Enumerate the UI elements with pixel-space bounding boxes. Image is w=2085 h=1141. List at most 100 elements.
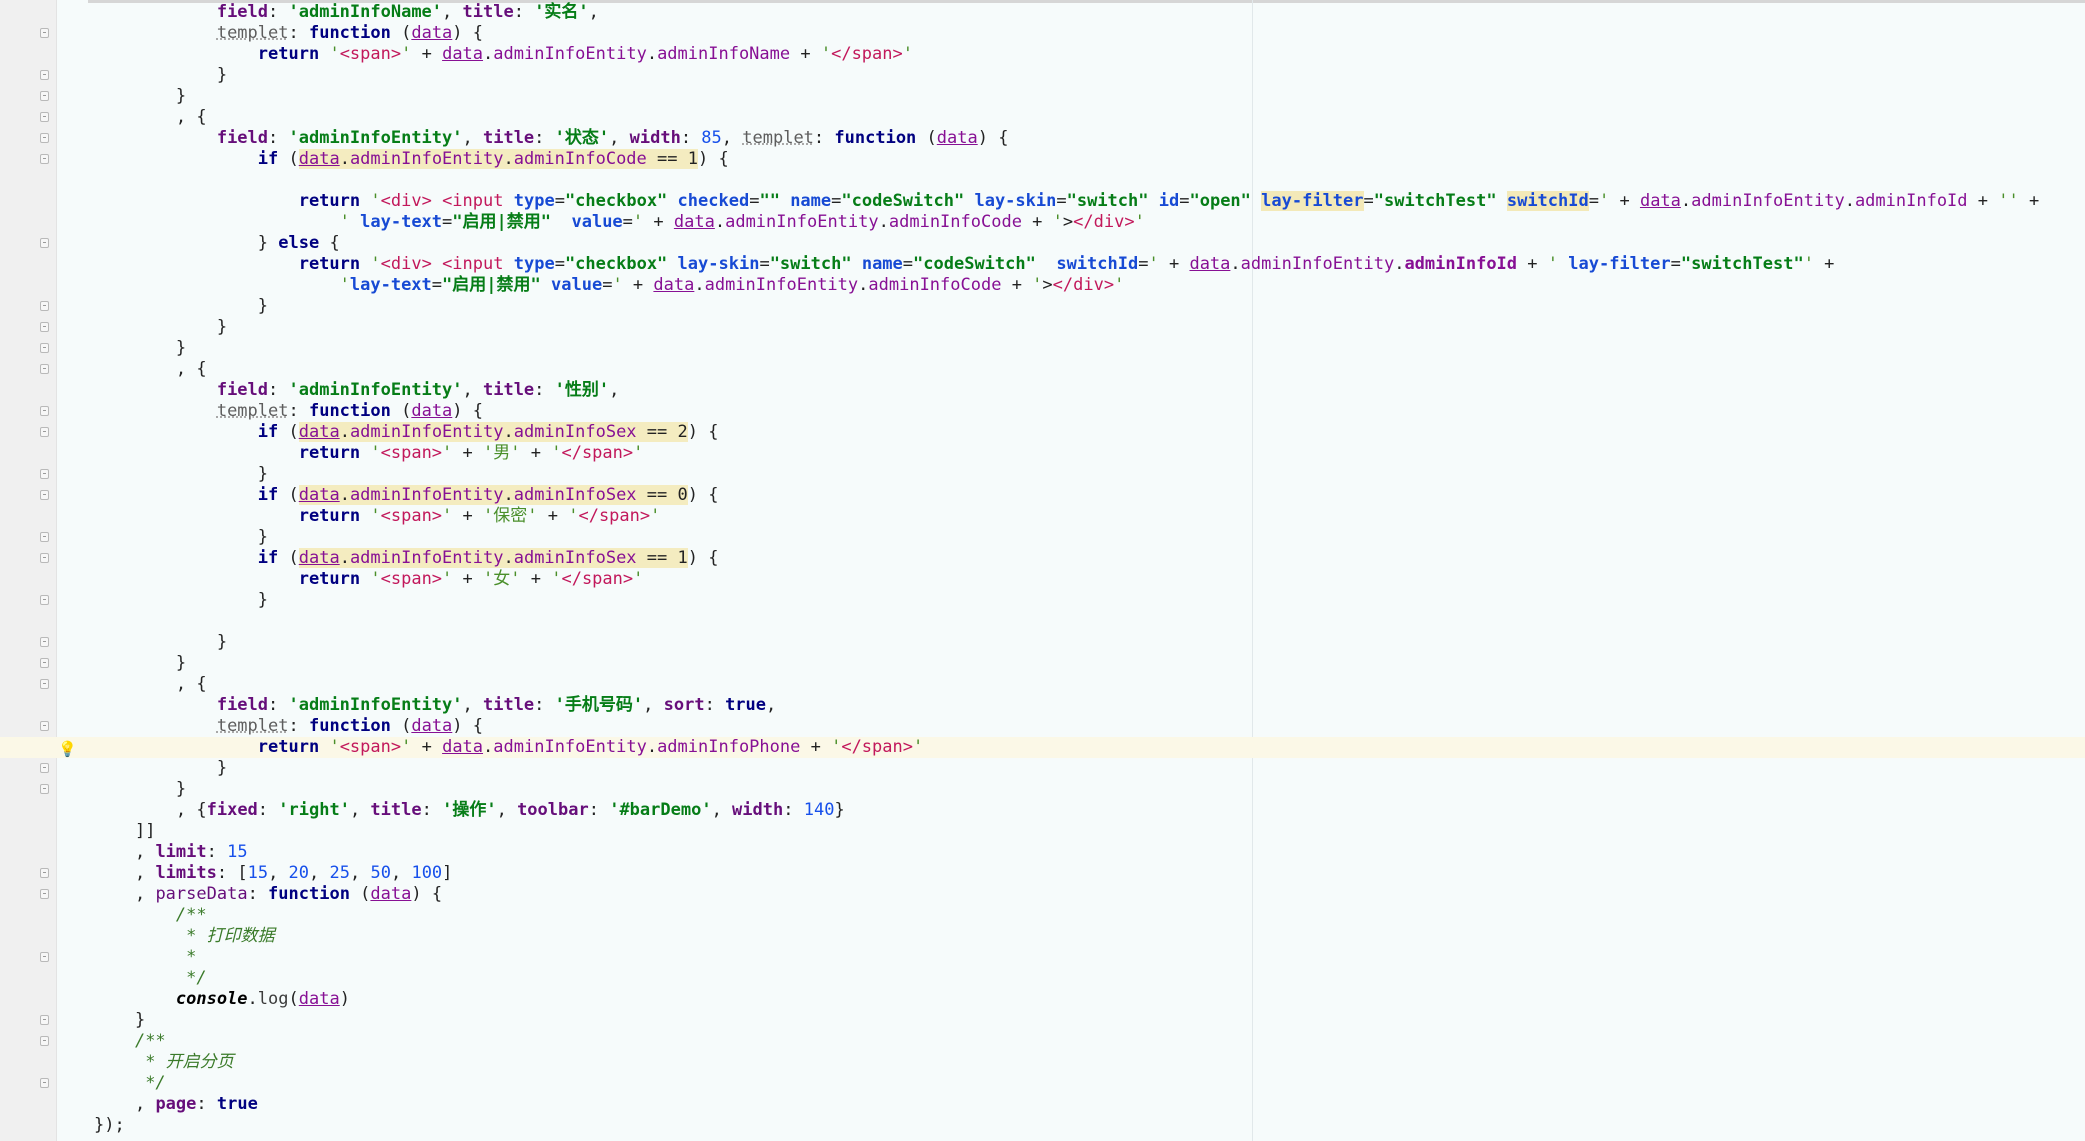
code-text[interactable]: * 打印数据 [94, 926, 274, 947]
fold-marker-icon[interactable] [40, 553, 49, 563]
code-text[interactable]: } [94, 317, 227, 338]
code-text[interactable]: */ [94, 968, 206, 989]
code-text[interactable]: , {fixed: 'right', title: '操作', toolbar:… [94, 800, 845, 821]
fold-marker-icon[interactable] [40, 763, 49, 773]
fold-marker-icon[interactable] [40, 301, 49, 311]
code-line[interactable]: if (data.adminInfoEntity.adminInfoSex ==… [0, 548, 2085, 569]
code-line[interactable]: }); [0, 1115, 2085, 1136]
code-line[interactable]: return '<span>' + '女' + '</span>' [0, 569, 2085, 590]
code-text[interactable]: } [94, 338, 186, 359]
code-text[interactable]: } else { [94, 233, 340, 254]
code-text[interactable]: } [94, 632, 227, 653]
code-line[interactable]: * 打印数据 [0, 926, 2085, 947]
code-line[interactable]: } else { [0, 233, 2085, 254]
fold-marker-icon[interactable] [40, 238, 49, 248]
code-text[interactable]: , limit: 15 [94, 842, 248, 863]
code-line[interactable]: return '<span>' + data.adminInfoEntity.a… [0, 44, 2085, 65]
code-text[interactable]: } [94, 65, 227, 86]
fold-marker-icon[interactable] [40, 154, 49, 164]
code-text[interactable]: } [94, 296, 268, 317]
code-line[interactable]: ]] [0, 821, 2085, 842]
code-line[interactable]: } [0, 632, 2085, 653]
code-line[interactable]: field: 'adminInfoEntity', title: '手机号码',… [0, 695, 2085, 716]
code-line[interactable]: */ [0, 968, 2085, 989]
code-line[interactable]: field: 'adminInfoName', title: '实名', [0, 2, 2085, 23]
code-text[interactable]: templet: function (data) { [94, 401, 483, 422]
code-line[interactable]: } [0, 527, 2085, 548]
code-line[interactable]: , { [0, 107, 2085, 128]
code-text[interactable]: * 开启分页 [94, 1052, 233, 1073]
code-text[interactable]: } [94, 86, 186, 107]
code-text[interactable]: , { [94, 359, 207, 380]
code-text[interactable]: , parseData: function (data) { [94, 884, 442, 905]
fold-marker-icon[interactable] [40, 721, 49, 731]
code-line[interactable]: , limit: 15 [0, 842, 2085, 863]
code-line[interactable]: } [0, 65, 2085, 86]
fold-marker-icon[interactable] [40, 595, 49, 605]
fold-marker-icon[interactable] [40, 784, 49, 794]
code-line[interactable]: /** [0, 1031, 2085, 1052]
code-line[interactable]: } [0, 758, 2085, 779]
code-text[interactable]: , { [94, 674, 207, 695]
code-line[interactable]: return '<span>' + '男' + '</span>' [0, 443, 2085, 464]
fold-marker-icon[interactable] [40, 658, 49, 668]
code-line[interactable]: if (data.adminInfoEntity.adminInfoSex ==… [0, 422, 2085, 443]
code-text[interactable]: , limits: [15, 20, 25, 50, 100] [94, 863, 452, 884]
code-text[interactable]: field: 'adminInfoEntity', title: '性别', [94, 380, 620, 401]
code-text[interactable]: 'lay-text="启用|禁用" value=' + data.adminIn… [94, 275, 1125, 296]
code-text[interactable]: return '<span>' + '保密' + '</span>' [94, 506, 661, 527]
code-text[interactable]: return '<span>' + '男' + '</span>' [94, 443, 644, 464]
fold-marker-icon[interactable] [40, 91, 49, 101]
code-text[interactable]: } [94, 464, 268, 485]
code-line[interactable]: ' lay-text="启用|禁用" value=' + data.adminI… [0, 212, 2085, 233]
code-line[interactable] [0, 611, 2085, 632]
code-line[interactable]: , parseData: function (data) { [0, 884, 2085, 905]
code-line[interactable]: , {fixed: 'right', title: '操作', toolbar:… [0, 800, 2085, 821]
code-line[interactable]: } [0, 464, 2085, 485]
code-text[interactable]: } [94, 779, 186, 800]
code-text[interactable]: templet: function (data) { [94, 23, 483, 44]
code-line[interactable]: * 开启分页 [0, 1052, 2085, 1073]
fold-marker-icon[interactable] [40, 70, 49, 80]
code-text[interactable]: return '<span>' + data.adminInfoEntity.a… [94, 737, 923, 758]
code-text[interactable]: } [94, 758, 227, 779]
code-line[interactable]: return '<div> <input type="checkbox" che… [0, 191, 2085, 212]
code-line[interactable]: , page: true [0, 1094, 2085, 1115]
code-text[interactable]: console.log(data) [94, 989, 350, 1010]
code-line[interactable]: 'lay-text="启用|禁用" value=' + data.adminIn… [0, 275, 2085, 296]
fold-marker-icon[interactable] [40, 637, 49, 647]
code-line[interactable]: * [0, 947, 2085, 968]
code-text[interactable]: return '<span>' + data.adminInfoEntity.a… [94, 44, 913, 65]
fold-marker-icon[interactable] [40, 1015, 49, 1025]
code-line[interactable]: } [0, 590, 2085, 611]
fold-marker-icon[interactable] [40, 112, 49, 122]
fold-marker-icon[interactable] [40, 952, 49, 962]
code-text[interactable]: * [94, 947, 196, 968]
code-text[interactable]: field: 'adminInfoName', title: '实名', [94, 2, 599, 23]
code-text[interactable]: /** [94, 905, 207, 926]
fold-marker-icon[interactable] [40, 889, 49, 899]
code-line[interactable]: , { [0, 674, 2085, 695]
code-line[interactable]: templet: function (data) { [0, 23, 2085, 44]
code-text[interactable]: } [94, 1010, 145, 1031]
code-line[interactable]: , { [0, 359, 2085, 380]
code-text[interactable]: return '<div> <input type="checkbox" lay… [94, 254, 1835, 275]
code-text[interactable]: field: 'adminInfoEntity', title: '手机号码',… [94, 695, 776, 716]
code-text[interactable]: } [94, 527, 268, 548]
code-text[interactable]: , { [94, 107, 207, 128]
code-text[interactable]: if (data.adminInfoEntity.adminInfoSex ==… [94, 485, 718, 506]
code-line[interactable]: templet: function (data) { [0, 716, 2085, 737]
code-text[interactable]: }); [94, 1115, 125, 1136]
code-line[interactable]: /** [0, 905, 2085, 926]
code-line[interactable]: return '<span>' + '保密' + '</span>' [0, 506, 2085, 527]
fold-marker-icon[interactable] [40, 133, 49, 143]
code-text[interactable]: field: 'adminInfoEntity', title: '状态', w… [94, 128, 1009, 149]
code-line[interactable]: console.log(data) [0, 989, 2085, 1010]
fold-marker-icon[interactable] [40, 1036, 49, 1046]
code-line[interactable] [0, 170, 2085, 191]
code-line[interactable]: } [0, 296, 2085, 317]
code-text[interactable]: */ [94, 1073, 165, 1094]
code-editor[interactable]: field: 'adminInfoName', title: '实名', tem… [0, 0, 2085, 1141]
fold-marker-icon[interactable] [40, 679, 49, 689]
fold-marker-icon[interactable] [40, 427, 49, 437]
